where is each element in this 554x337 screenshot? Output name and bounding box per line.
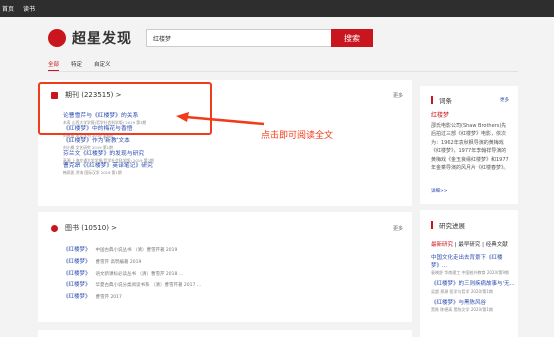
book-meta: 华夏古典小说分类阅读书系 （清）曹雪芹著 2017 ... bbox=[95, 283, 202, 289]
annotation-text: 点击即可阅读全文 bbox=[261, 131, 334, 141]
books-header[interactable]: 图书 (10510) > bbox=[51, 223, 117, 233]
entry-term[interactable]: 红楼梦 bbox=[431, 110, 449, 119]
tab-earliest-research[interactable]: 最早研究 bbox=[458, 242, 480, 248]
list-item[interactable]: 《红楼梦》的三则疾病故事与'无... 吴超 郑源 医学与哲学 2020/第1期 bbox=[431, 281, 515, 294]
site-logo[interactable]: 超星发现 bbox=[48, 28, 132, 48]
filter-tabs: 全部 特定 自定义 bbox=[48, 60, 123, 71]
book-title[interactable]: 《红楼梦》 bbox=[63, 292, 91, 300]
section-marker bbox=[431, 96, 433, 104]
list-item[interactable]: 《红楼梦》 中国古典小说丛书 （清）曹雪芹著 2019 bbox=[63, 245, 201, 257]
journal-meta: 高源 上海交通大学学报(哲学社会科学版) 2019 第2期 bbox=[63, 157, 154, 163]
tab-separator: | bbox=[482, 242, 484, 248]
book-icon bbox=[51, 224, 58, 232]
entry-description: 邵氏电影公司(Shaw Brothers)先后拍过三部《红楼梦》电影，依次为：1… bbox=[431, 123, 509, 172]
search-button[interactable]: 搜索 bbox=[331, 29, 373, 47]
book-title[interactable]: 《红楼梦》 bbox=[63, 269, 91, 277]
journal-meta: 刘小枫 文艺研究 2019 第1期 bbox=[63, 145, 113, 150]
research-tabs: 最新研究 | 最早研究 | 经典文献 bbox=[431, 240, 508, 248]
research-item-title[interactable]: 中国文化走出去背景下《红楼梦》... bbox=[431, 255, 515, 270]
tab-latest-research[interactable]: 最新研究 bbox=[431, 242, 453, 248]
research-list: 中国文化走出去背景下《红楼梦》... 袁晓舒 华南理工 中国校外教育 2020/… bbox=[431, 255, 515, 318]
nav-reading-link[interactable]: 读书 bbox=[23, 4, 35, 13]
tab-separator: | bbox=[454, 242, 457, 248]
journal-title[interactable]: 《红楼梦》作为'新教'文本 bbox=[63, 138, 154, 145]
pointer-arrow-icon bbox=[176, 112, 265, 126]
books-more-link[interactable]: 更多 bbox=[393, 225, 403, 232]
book-title[interactable]: 《红楼梦》 bbox=[63, 257, 91, 265]
journal-meta: 韩雨凯 洪涛 国际汉学 2019 第1期 bbox=[63, 170, 122, 175]
entry-detail-link[interactable]: 详细>> bbox=[431, 188, 448, 194]
research-item-meta: 袁晓舒 华南理工 中国校外教育 2020/第9期 bbox=[431, 270, 509, 275]
top-nav-bar: 首页 读书 bbox=[0, 0, 554, 17]
research-title: 研究进展 bbox=[439, 222, 465, 230]
list-item[interactable]: 曹克昂《《红楼梦》英译笔记》研究 韩雨凯 洪涛 国际汉学 2019 第1期 bbox=[63, 163, 154, 176]
research-item-meta: 黑陈 陈德高 黑陈文学 2020/第1期 bbox=[431, 307, 493, 312]
list-item[interactable]: 芬兰文《红楼梦》的发现与研究 高源 上海交通大学学报(哲学社会科学版) 2019… bbox=[63, 151, 154, 164]
tab-all[interactable]: 全部 bbox=[48, 60, 60, 71]
book-title[interactable]: 《红楼梦》 bbox=[63, 245, 91, 253]
books-title: 图书 (10510) > bbox=[65, 224, 118, 232]
list-item[interactable]: 《红楼梦》作为'新教'文本 刘小枫 文艺研究 2019 第1期 bbox=[63, 138, 154, 151]
book-meta: 语文新课标必读丛书 （清）曹雪芹 2018 ... bbox=[95, 271, 184, 277]
list-item[interactable]: 《红楼梦》与黑陈风谷 黑陈 陈德高 黑陈文学 2020/第1期 bbox=[431, 300, 515, 313]
search-input[interactable] bbox=[146, 29, 332, 47]
book-meta: 曹雪芹 2017 bbox=[95, 295, 122, 301]
books-list: 《红楼梦》 中国古典小说丛书 （清）曹雪芹著 2019 《红楼梦》 曹雪芹 高鹗… bbox=[63, 245, 201, 304]
tab-custom[interactable]: 自定义 bbox=[94, 60, 111, 71]
section-marker bbox=[431, 221, 433, 229]
list-item[interactable]: 《红楼梦》 曹雪芹 高鹗编著 2019 bbox=[63, 257, 201, 269]
research-item-meta: 吴超 郑源 医学与哲学 2020/第1期 bbox=[431, 288, 493, 294]
entry-header: 词条 bbox=[431, 95, 452, 105]
next-section-card bbox=[38, 330, 412, 337]
tab-classic-literature[interactable]: 经典文献 bbox=[486, 242, 508, 248]
journal-title[interactable]: 曹克昂《《红楼梦》英译笔记》研究 bbox=[63, 163, 154, 170]
entry-title: 词条 bbox=[439, 97, 452, 105]
research-item-title[interactable]: 《红楼梦》与黑陈风谷 bbox=[431, 300, 515, 308]
tab-specific[interactable]: 特定 bbox=[71, 60, 82, 71]
tabs-divider bbox=[48, 71, 518, 72]
list-item[interactable]: 中国文化走出去背景下《红楼梦》... 袁晓舒 华南理工 中国校外教育 2020/… bbox=[431, 255, 515, 275]
entry-more-link[interactable]: 更多 bbox=[500, 97, 509, 103]
nav-home-link[interactable]: 首页 bbox=[2, 4, 14, 13]
list-item[interactable]: 《红楼梦》 语文新课标必读丛书 （清）曹雪芹 2018 ... bbox=[63, 269, 201, 281]
list-item[interactable]: 《红楼梦》 曹雪芹 2017 bbox=[63, 292, 201, 304]
research-header: 研究进展 bbox=[431, 220, 465, 230]
logo-mark-icon bbox=[48, 29, 66, 47]
book-meta: 曹雪芹 高鹗编著 2019 bbox=[95, 259, 142, 265]
book-meta: 中国古典小说丛书 （清）曹雪芹著 2019 bbox=[95, 248, 178, 253]
book-title[interactable]: 《红楼梦》 bbox=[63, 280, 91, 288]
journal-title[interactable]: 芬兰文《红楼梦》的发现与研究 bbox=[63, 151, 154, 158]
journals-more-link[interactable]: 更多 bbox=[393, 92, 403, 99]
research-item-title[interactable]: 《红楼梦》的三则疾病故事与'无... bbox=[431, 281, 515, 289]
logo-text: 超星发现 bbox=[72, 31, 132, 47]
list-item[interactable]: 《红楼梦》 华夏古典小说分类阅读书系 （清）曹雪芹著 2017 ... bbox=[63, 280, 201, 292]
